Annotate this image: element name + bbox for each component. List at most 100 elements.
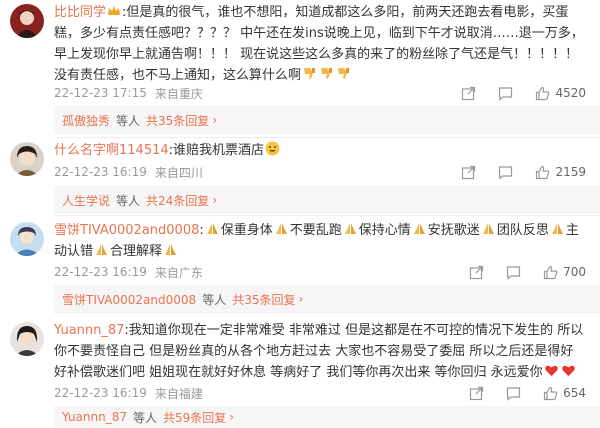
comment-actions: 654 bbox=[447, 383, 586, 403]
comment-text: 团队反思 bbox=[496, 223, 549, 238]
reply-summary[interactable]: 孤傲独秀 等人 共35条回复 › bbox=[54, 106, 600, 134]
comment-text: :我知道你现在一定非常难受 非常难过 但是这都是在不可控的情况下发生的 所以你不… bbox=[54, 323, 584, 380]
comment-item: 什么名字啊114514:谁赔我机票酒店 22-12-23 16:19 来自四川 … bbox=[0, 138, 600, 220]
pray-emoji bbox=[550, 221, 565, 236]
comment-username[interactable]: 雪饼TIVA0002and0008 bbox=[54, 223, 199, 238]
reply-mid: 等人 bbox=[116, 113, 141, 128]
comment-text: 保重身体 bbox=[220, 223, 273, 238]
comment-time: 22-12-23 16:19 bbox=[54, 265, 147, 279]
share-button[interactable] bbox=[469, 265, 484, 280]
share-icon bbox=[469, 386, 484, 401]
reply-arrow: › bbox=[212, 113, 218, 127]
like-icon bbox=[543, 265, 558, 280]
like-button[interactable]: 654 bbox=[543, 386, 586, 401]
reply-count[interactable]: 共59条回复 bbox=[163, 409, 226, 426]
comment-feed: 比比同学:但是真的很气，谁也不想阳，知道成都这么多阳，前两天还跑去看电影，买蛋糕… bbox=[0, 0, 600, 428]
comment-meta: 22-12-23 16:19 来自福建 654 bbox=[54, 383, 586, 403]
like-icon bbox=[535, 86, 550, 101]
reply-summary[interactable]: 人生学说 等人 共24条回复 › bbox=[54, 186, 600, 214]
avatar[interactable] bbox=[10, 4, 44, 38]
comment-actions: 4520 bbox=[439, 83, 586, 103]
reply-username[interactable]: Yuannn_87 bbox=[62, 410, 127, 424]
comment-button[interactable] bbox=[506, 265, 521, 280]
comment-time: 22-12-23 16:19 bbox=[54, 386, 147, 400]
heart-emoji bbox=[544, 363, 559, 378]
avatar[interactable] bbox=[10, 322, 44, 356]
comment-username[interactable]: Yuannn_87 bbox=[54, 323, 124, 338]
comment-username[interactable]: 什么名字啊114514 bbox=[54, 143, 169, 158]
comment-location: 来自广东 bbox=[154, 265, 203, 280]
comment-time: 22-12-23 16:19 bbox=[54, 165, 147, 179]
crown-icon bbox=[107, 3, 121, 15]
comment-body: 比比同学:但是真的很气，谁也不想阳，知道成都这么多阳，前两天还跑去看电影，买蛋糕… bbox=[54, 2, 586, 86]
comment-icon bbox=[498, 165, 513, 180]
pray-emoji bbox=[481, 221, 496, 236]
reply-mid: 等人 bbox=[202, 292, 227, 307]
comment-icon bbox=[506, 386, 521, 401]
comment-text: 不要乱跑 bbox=[289, 223, 342, 238]
comment-actions: 2159 bbox=[439, 162, 586, 182]
comment-text: :谁赔我机票酒店 bbox=[168, 143, 265, 158]
heart-emoji bbox=[561, 363, 576, 378]
comment-location: 来自四川 bbox=[154, 165, 203, 180]
comment-item: Yuannn_87:我知道你现在一定非常难受 非常难过 但是这都是在不可控的情况… bbox=[0, 318, 600, 428]
comment-body: 雪饼TIVA0002and0008: 保重身体 不要乱跑 保持心情 安抚歌迷 团队反思 主动… bbox=[54, 220, 586, 262]
reply-username[interactable]: 孤傲独秀 bbox=[62, 112, 110, 129]
divider bbox=[54, 215, 600, 216]
share-button[interactable] bbox=[469, 386, 484, 401]
comment-location: 来自重庆 bbox=[154, 86, 203, 101]
comment-username[interactable]: 比比同学 bbox=[54, 5, 106, 20]
like-count: 4520 bbox=[555, 86, 586, 100]
comment-text: 保持心情 bbox=[358, 223, 411, 238]
share-icon bbox=[469, 265, 484, 280]
thumbs-down-emoji bbox=[336, 66, 351, 81]
reply-mid: 等人 bbox=[133, 410, 158, 425]
comment-actions: 700 bbox=[447, 262, 586, 282]
reply-username[interactable]: 人生学说 bbox=[62, 192, 110, 209]
reply-count[interactable]: 共35条回复 bbox=[146, 112, 209, 129]
comment-button[interactable] bbox=[498, 165, 513, 180]
comment-item: 雪饼TIVA0002and0008: 保重身体 不要乱跑 保持心情 安抚歌迷 团队反思 主动… bbox=[0, 218, 600, 313]
like-count: 654 bbox=[563, 386, 586, 400]
reply-count[interactable]: 共24条回复 bbox=[146, 192, 209, 209]
share-button[interactable] bbox=[461, 165, 476, 180]
comment-icon bbox=[506, 265, 521, 280]
comment-text: 合理解释 bbox=[110, 244, 163, 259]
pray-emoji bbox=[205, 221, 220, 236]
share-icon bbox=[461, 165, 476, 180]
pray-emoji bbox=[94, 242, 109, 257]
comment-icon bbox=[498, 86, 513, 101]
like-button[interactable]: 2159 bbox=[535, 165, 586, 180]
like-icon bbox=[535, 165, 550, 180]
comment-time: 22-12-23 17:15 bbox=[54, 86, 147, 100]
comment-text: 安抚歌迷 bbox=[427, 223, 480, 238]
comment-body: 什么名字啊114514:谁赔我机票酒店 bbox=[54, 140, 586, 161]
avatar[interactable] bbox=[10, 142, 44, 176]
comment-meta: 22-12-23 17:15 来自重庆 4520 bbox=[54, 83, 586, 103]
pray-emoji bbox=[274, 221, 289, 236]
like-icon bbox=[543, 386, 558, 401]
pray-emoji bbox=[163, 242, 178, 257]
reply-count[interactable]: 共35条回复 bbox=[232, 291, 295, 308]
avatar[interactable] bbox=[10, 222, 44, 256]
comment-button[interactable] bbox=[498, 86, 513, 101]
share-button[interactable] bbox=[461, 86, 476, 101]
reply-summary[interactable]: Yuannn_87 等人 共59条回复 › bbox=[54, 406, 600, 428]
like-button[interactable]: 700 bbox=[543, 265, 586, 280]
like-button[interactable]: 4520 bbox=[535, 86, 586, 101]
thumbs-down-emoji bbox=[319, 66, 334, 81]
reply-username[interactable]: 雪饼TIVA0002and0008 bbox=[62, 291, 196, 308]
comment-button[interactable] bbox=[506, 386, 521, 401]
pray-emoji bbox=[343, 221, 358, 236]
reply-arrow: › bbox=[229, 410, 235, 424]
pray-emoji bbox=[412, 221, 427, 236]
comment-location: 来自福建 bbox=[154, 386, 203, 401]
comment-meta: 22-12-23 16:19 来自广东 700 bbox=[54, 262, 586, 282]
thumbs-down-emoji bbox=[302, 66, 317, 81]
like-count: 700 bbox=[563, 265, 586, 279]
reply-summary[interactable]: 雪饼TIVA0002and0008 等人 共35条回复 › bbox=[54, 285, 600, 313]
comment-item: 比比同学:但是真的很气，谁也不想阳，知道成都这么多阳，前两天还跑去看电影，买蛋糕… bbox=[0, 0, 600, 134]
comment-body: Yuannn_87:我知道你现在一定非常难受 非常难过 但是这都是在不可控的情况… bbox=[54, 320, 586, 383]
comment-text: : bbox=[199, 223, 204, 238]
grin-emoji bbox=[265, 141, 280, 156]
